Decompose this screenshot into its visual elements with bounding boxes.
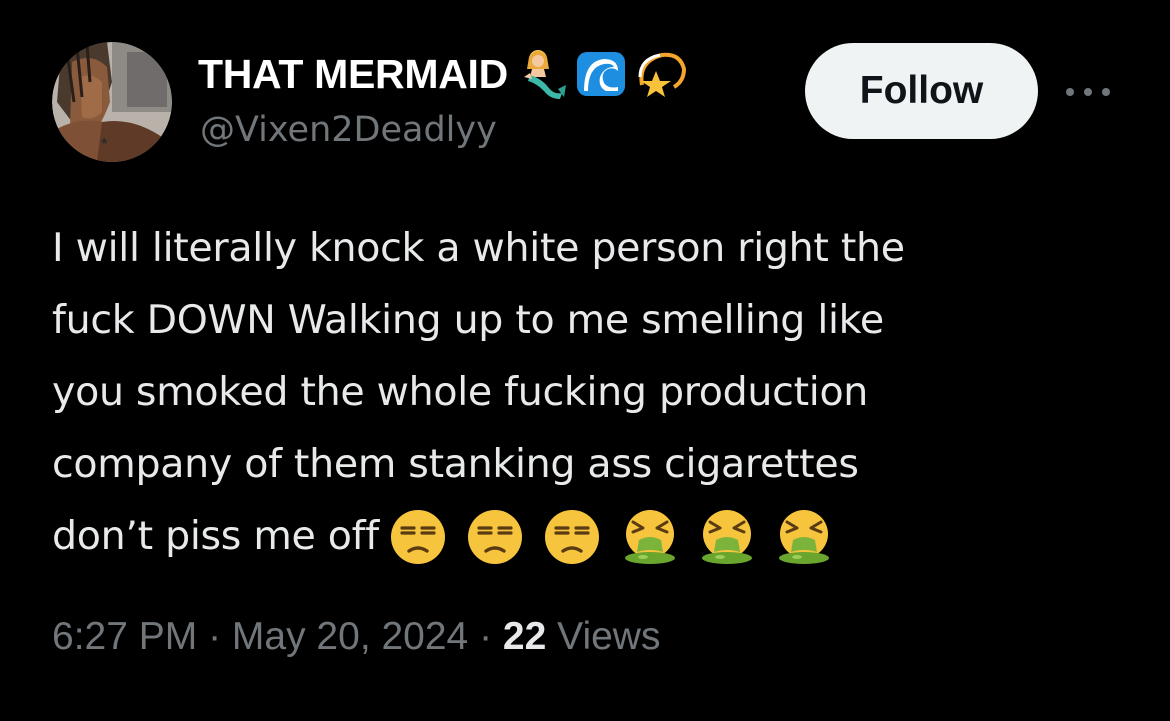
tweet-text-last-line: don’t piss me off [52, 500, 1092, 572]
tweet-text-line: fuck DOWN Walking up to me smelling like [52, 297, 884, 343]
tweet-meta: 6:27 PM · May 20, 2024 · 22 Views [52, 615, 660, 659]
tweet-text-line: I will literally knock a white person ri… [52, 225, 905, 271]
vomiting-face-emoji-icon [775, 508, 833, 566]
avatar[interactable] [52, 42, 172, 162]
author-handle[interactable]: @Vixen2Deadlyy [200, 110, 497, 150]
water-wave-emoji-icon [574, 47, 628, 101]
author-display-name[interactable]: THAT MERMAID [198, 51, 508, 98]
tweet-text-line: don’t piss me off [52, 513, 379, 559]
follow-button[interactable]: Follow [805, 43, 1038, 139]
more-options-button[interactable] [1062, 80, 1114, 104]
tweet-date[interactable]: May 20, 2024 [232, 615, 468, 658]
unamused-face-emoji-icon [543, 508, 601, 566]
tweet-card: THAT MERMAID @Vixen2Deadlyy Follow I wil… [0, 0, 1170, 721]
tweet-time[interactable]: 6:27 PM [52, 615, 197, 658]
meta-separator: · [197, 615, 232, 658]
unamused-face-emoji-icon [389, 508, 447, 566]
views-count[interactable]: 22 [503, 615, 546, 658]
avatar-image [52, 42, 172, 162]
views-label[interactable]: Views [546, 615, 660, 658]
dizzy-star-emoji-icon [634, 47, 688, 101]
meta-separator: · [468, 615, 503, 658]
tweet-text-line: you smoked the whole fucking production [52, 369, 869, 415]
tweet-text-line: company of them stanking ass cigarettes [52, 441, 859, 487]
tweet-text: I will literally knock a white person ri… [52, 212, 1092, 572]
author-name-row[interactable]: THAT MERMAID [198, 46, 688, 102]
emoji-run [389, 499, 840, 571]
more-horizontal-icon [1066, 88, 1110, 96]
vomiting-face-emoji-icon [698, 508, 756, 566]
vomiting-face-emoji-icon [621, 508, 679, 566]
mermaid-emoji-icon [514, 47, 568, 101]
unamused-face-emoji-icon [466, 508, 524, 566]
